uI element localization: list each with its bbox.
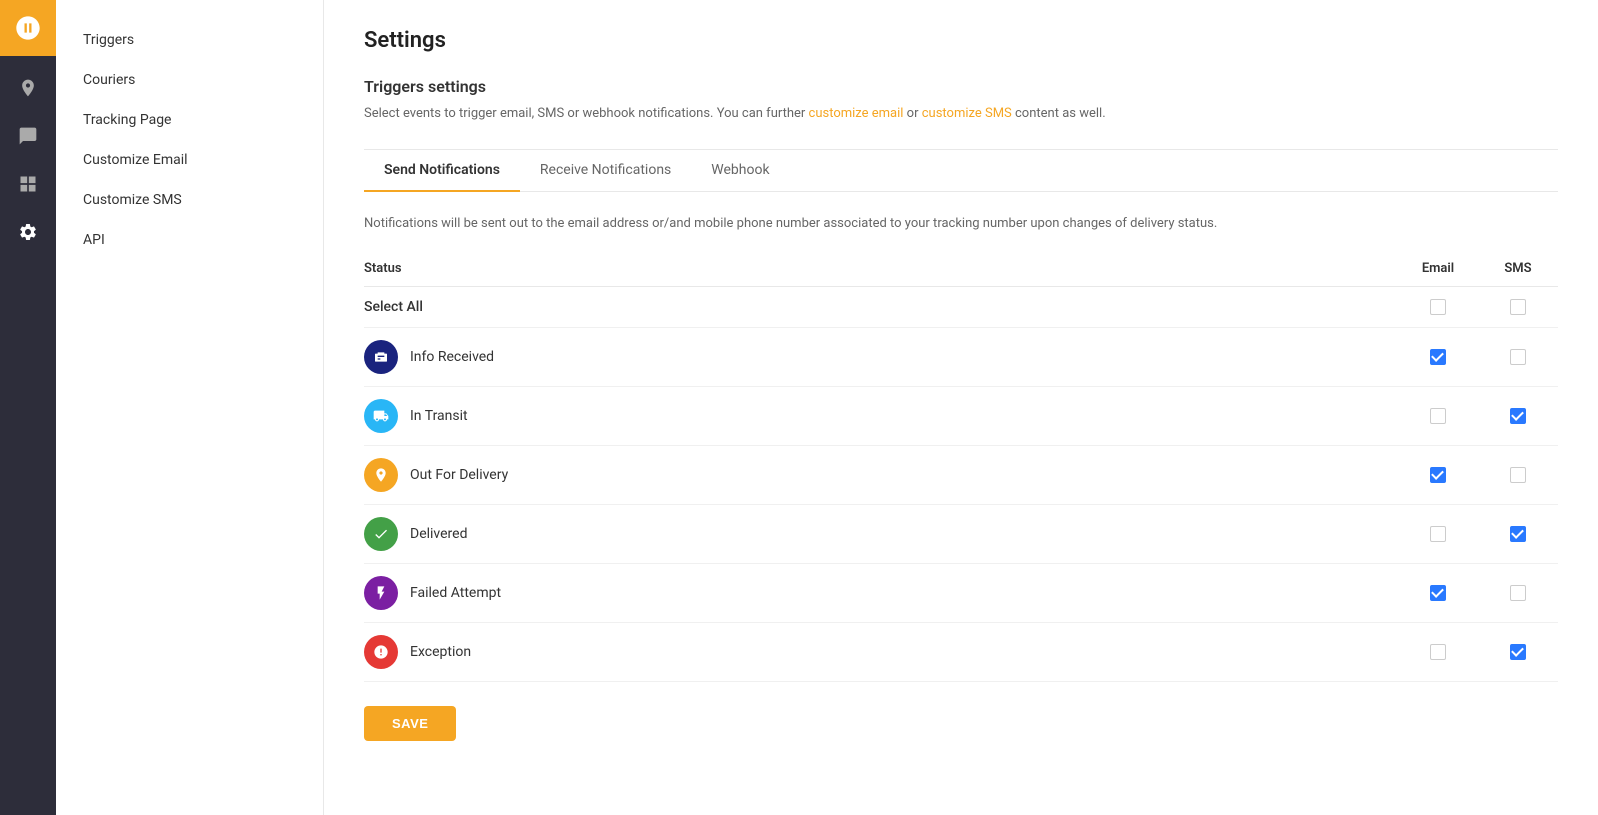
logo-icon[interactable] [0,0,56,56]
section-title: Triggers settings [364,77,1558,96]
table-row: Failed Attempt [364,563,1558,622]
status-label-exception: Exception [410,644,471,660]
main-content: Settings Triggers settings Select events… [324,0,1598,815]
sms-checkbox-out-for-delivery[interactable] [1510,467,1526,483]
table-row-select-all: Select All [364,286,1558,327]
status-icon-failed-attempt [364,576,398,610]
tab-send-notifications[interactable]: Send Notifications [364,150,520,192]
table-row: Delivered [364,504,1558,563]
page-title: Settings [364,28,1558,53]
status-icon-info-received [364,340,398,374]
sms-checkbox-info-received[interactable] [1510,349,1526,365]
table-row: Out For Delivery [364,445,1558,504]
sms-checkbox-exception[interactable] [1510,644,1526,660]
status-label-info-received: Info Received [410,349,494,365]
nav-icon-location[interactable] [8,68,48,108]
table-row: In Transit [364,386,1558,445]
col-header-sms: SMS [1478,251,1558,287]
select-all-label: Select All [364,286,1398,327]
email-checkbox-info-received[interactable] [1430,349,1446,365]
sidebar-item-customize-sms[interactable]: Customize SMS [56,180,323,220]
sidebar-item-triggers[interactable]: Triggers [56,20,323,60]
select-all-sms-checkbox[interactable] [1510,299,1526,315]
sms-checkbox-failed-attempt[interactable] [1510,585,1526,601]
customize-sms-link[interactable]: customize SMS [922,106,1012,121]
nav-icon-grid[interactable] [8,164,48,204]
email-checkbox-failed-attempt[interactable] [1430,585,1446,601]
notification-info: Notifications will be sent out to the em… [364,216,1558,231]
section-description: Select events to trigger email, SMS or w… [364,104,1558,125]
status-icon-out-for-delivery [364,458,398,492]
sidebar-item-tracking-page[interactable]: Tracking Page [56,100,323,140]
tabs-container: Send Notifications Receive Notifications… [364,150,1558,192]
table-row: Exception [364,622,1558,681]
sms-checkbox-in-transit[interactable] [1510,408,1526,424]
nav-icon-chat[interactable] [8,116,48,156]
status-icon-in-transit [364,399,398,433]
select-all-email-checkbox[interactable] [1430,299,1446,315]
col-header-email: Email [1398,251,1478,287]
email-checkbox-out-for-delivery[interactable] [1430,467,1446,483]
email-checkbox-exception[interactable] [1430,644,1446,660]
sms-checkbox-delivered[interactable] [1510,526,1526,542]
nav-icon-settings[interactable] [8,212,48,252]
email-checkbox-in-transit[interactable] [1430,408,1446,424]
status-icon-delivered [364,517,398,551]
customize-email-link[interactable]: customize email [809,106,904,121]
icon-bar [0,0,56,815]
table-row: Info Received [364,327,1558,386]
sidebar-item-couriers[interactable]: Couriers [56,60,323,100]
sidebar: Triggers Couriers Tracking Page Customiz… [56,0,324,815]
status-label-delivered: Delivered [410,526,467,542]
sidebar-item-api[interactable]: API [56,220,323,260]
status-icon-exception [364,635,398,669]
col-header-status: Status [364,251,1398,287]
tab-receive-notifications[interactable]: Receive Notifications [520,150,691,192]
status-table: Status Email SMS Select All [364,251,1558,682]
status-label-failed-attempt: Failed Attempt [410,585,501,601]
save-button[interactable]: SAVE [364,706,456,741]
status-label-in-transit: In Transit [410,408,468,424]
tab-webhook[interactable]: Webhook [691,150,789,192]
status-label-out-for-delivery: Out For Delivery [410,467,508,483]
email-checkbox-delivered[interactable] [1430,526,1446,542]
sidebar-item-customize-email[interactable]: Customize Email [56,140,323,180]
